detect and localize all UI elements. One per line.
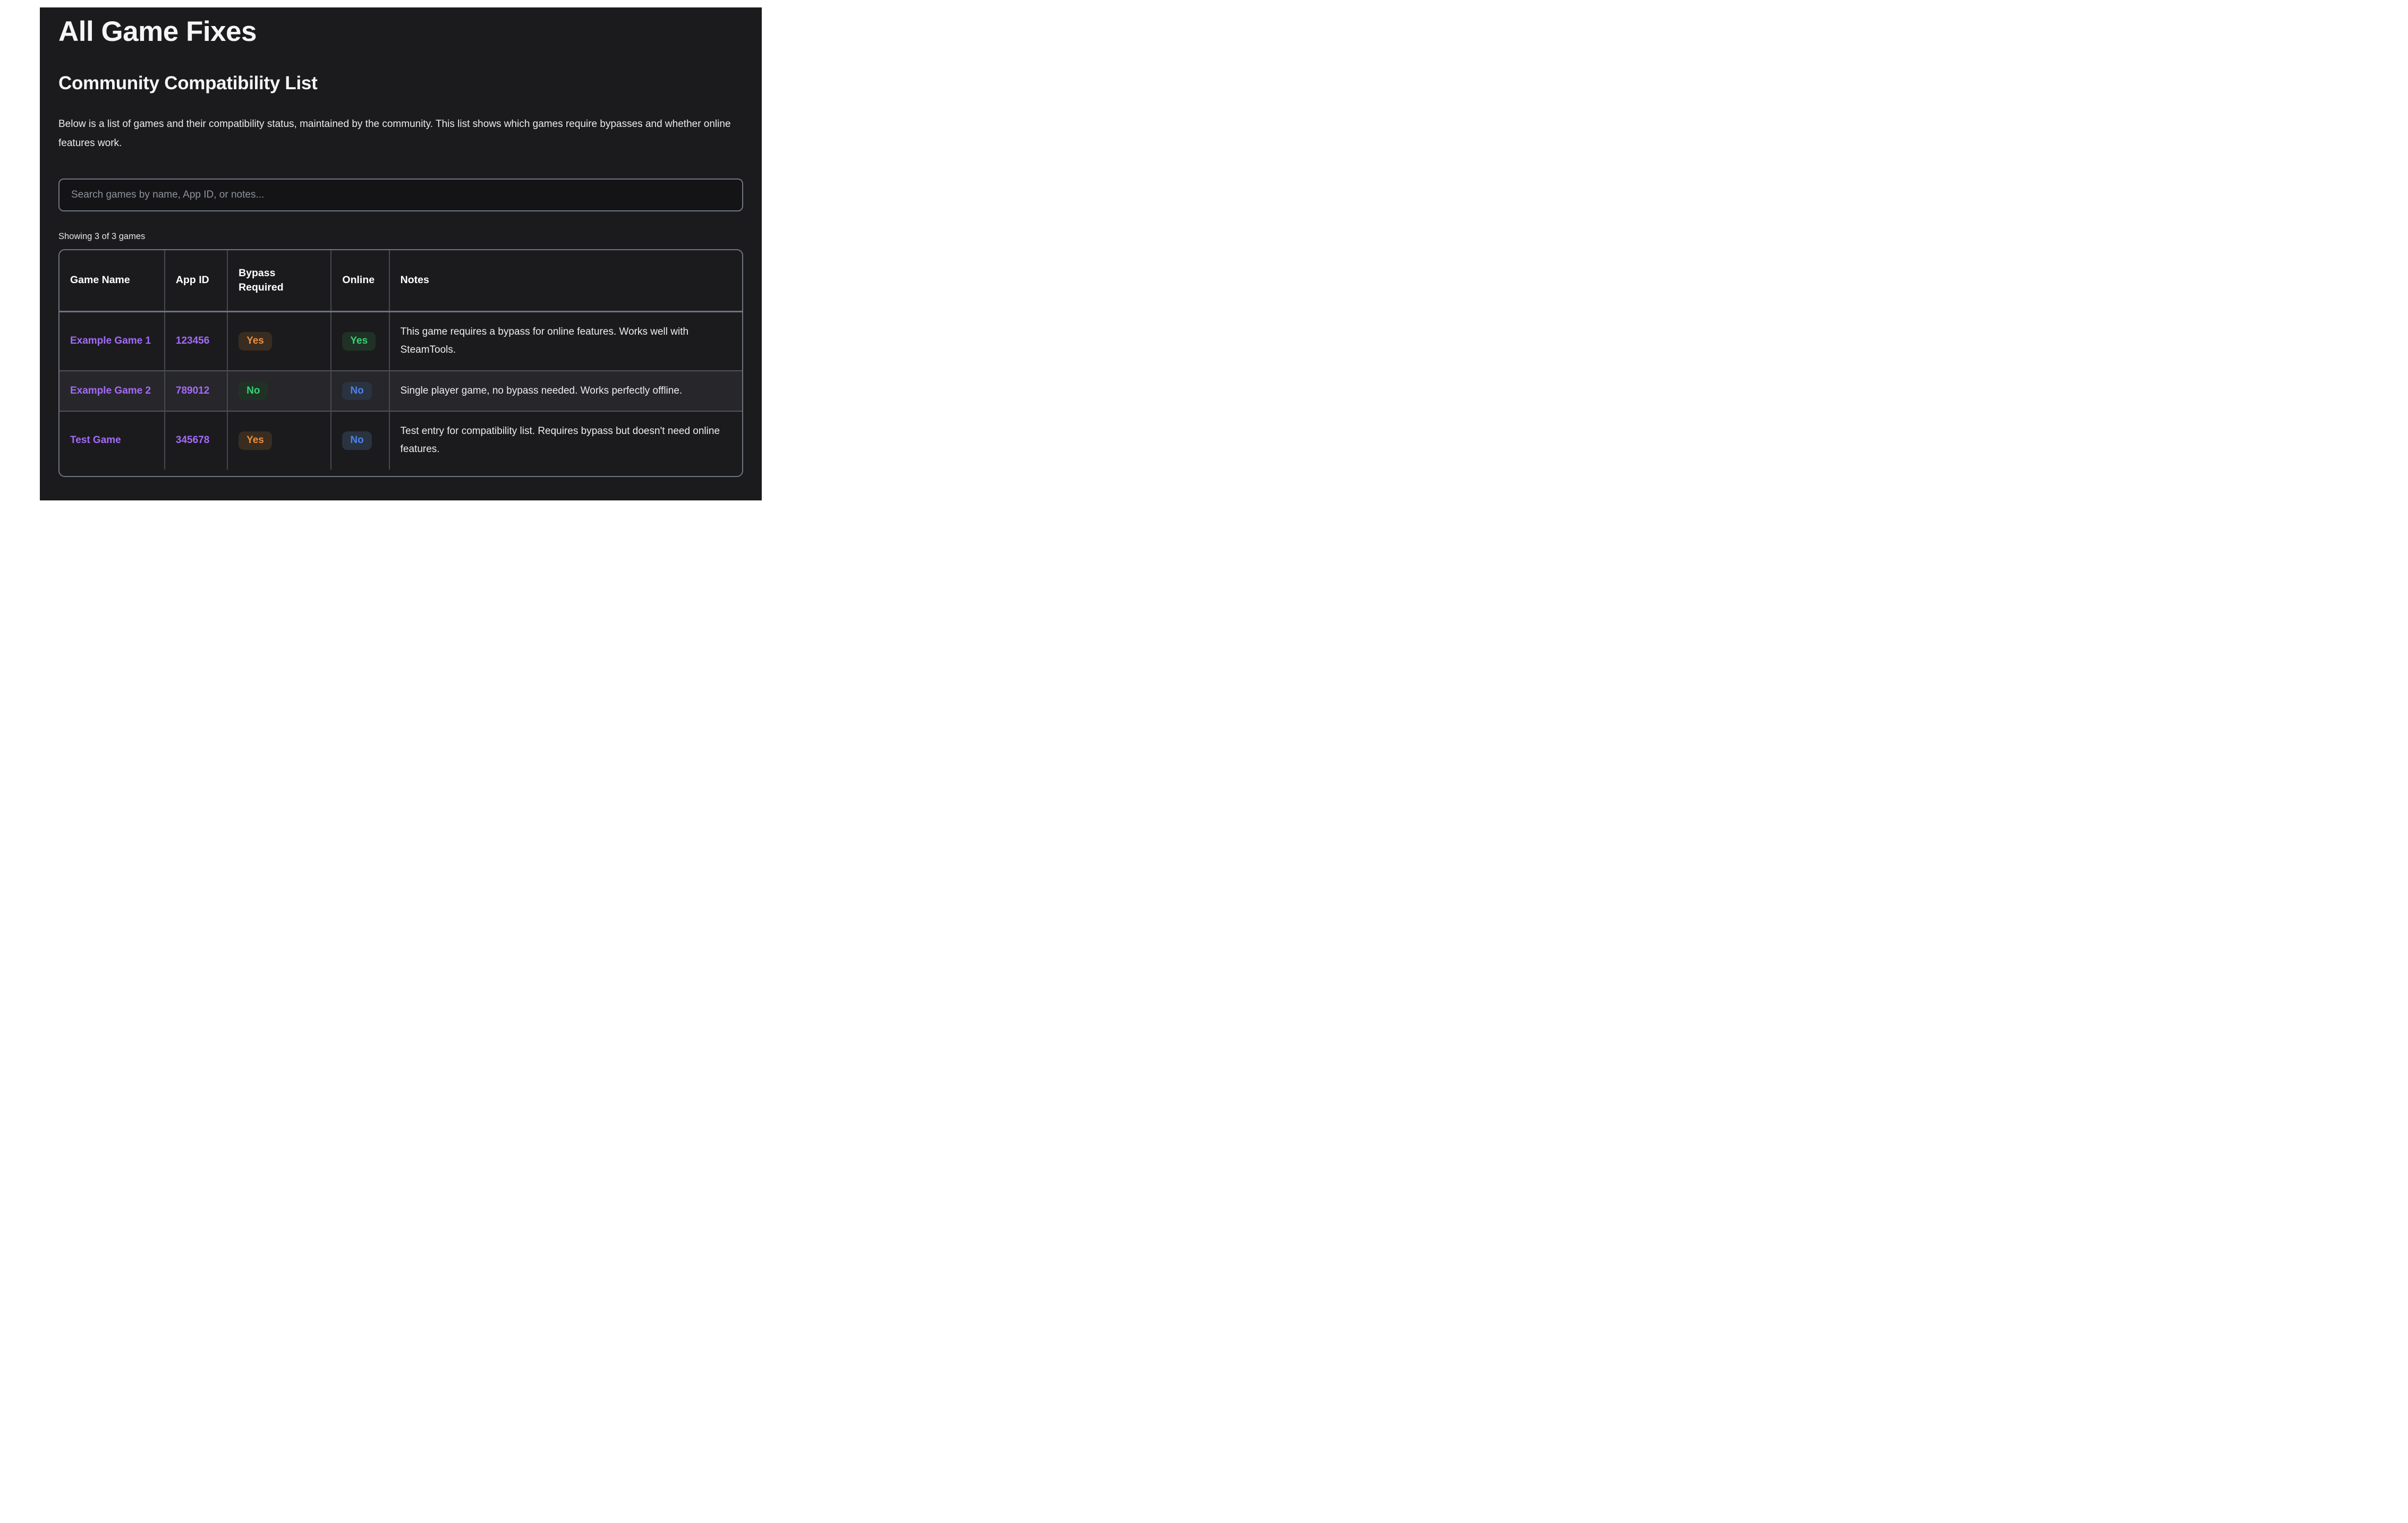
page-title: All Game Fixes — [58, 15, 743, 49]
search-input[interactable] — [58, 178, 743, 211]
column-header-game-name: Game Name — [59, 250, 165, 312]
results-summary: Showing 3 of 3 games — [58, 232, 743, 242]
section-title: Community Compatibility List — [58, 72, 743, 95]
online-badge: No — [342, 431, 371, 450]
game-name-cell: Example Game 2 — [59, 371, 165, 412]
notes-cell: Test entry for compatibility list. Requi… — [389, 411, 742, 469]
column-header-app-id: App ID — [165, 250, 227, 312]
table-header-row: Game NameApp IDBypass RequiredOnlineNote… — [59, 250, 742, 312]
app-id-value[interactable]: 789012 — [176, 385, 209, 396]
game-link[interactable]: Example Game 2 — [70, 385, 151, 396]
bypass-required-cell: Yes — [227, 312, 331, 371]
column-header-bypass-required: Bypass Required — [227, 250, 331, 312]
online-cell: Yes — [331, 312, 389, 371]
notes-cell: This game requires a bypass for online f… — [389, 312, 742, 371]
online-badge: No — [342, 382, 371, 401]
app-id-cell: 123456 — [165, 312, 227, 371]
online-cell: No — [331, 411, 389, 469]
bypass-required-badge: Yes — [239, 332, 272, 351]
game-name-cell: Test Game — [59, 411, 165, 469]
column-header-notes: Notes — [389, 250, 742, 312]
compatibility-table-container: Game NameApp IDBypass RequiredOnlineNote… — [58, 249, 743, 477]
online-badge: Yes — [342, 332, 376, 351]
bypass-required-cell: No — [227, 371, 331, 412]
column-header-online: Online — [331, 250, 389, 312]
online-cell: No — [331, 371, 389, 412]
content-area: All Game Fixes Community Compatibility L… — [40, 15, 762, 477]
game-link[interactable]: Example Game 1 — [70, 335, 151, 346]
bypass-required-badge: Yes — [239, 431, 272, 450]
game-name-cell: Example Game 1 — [59, 312, 165, 371]
table-body: Example Game 1 123456 Yes Yes This game requ… — [59, 312, 742, 470]
app-id-cell: 789012 — [165, 371, 227, 412]
bypass-required-badge: No — [239, 382, 268, 401]
notes-cell: Single player game, no bypass needed. Wo… — [389, 371, 742, 412]
table-row: Test Game 345678 Yes No Test entry for compa… — [59, 411, 742, 469]
table-row: Example Game 2 789012 No No Single player ga… — [59, 371, 742, 412]
compatibility-table: Game NameApp IDBypass RequiredOnlineNote… — [59, 250, 742, 470]
game-link[interactable]: Test Game — [70, 435, 121, 446]
app-id-cell: 345678 — [165, 411, 227, 469]
table-row: Example Game 1 123456 Yes Yes This game requ… — [59, 312, 742, 371]
bypass-required-cell: Yes — [227, 411, 331, 469]
page-container: All Game Fixes Community Compatibility L… — [40, 7, 762, 500]
description-text: Below is a list of games and their compa… — [58, 115, 743, 153]
app-id-value[interactable]: 123456 — [176, 335, 209, 346]
app-id-value[interactable]: 345678 — [176, 435, 209, 446]
